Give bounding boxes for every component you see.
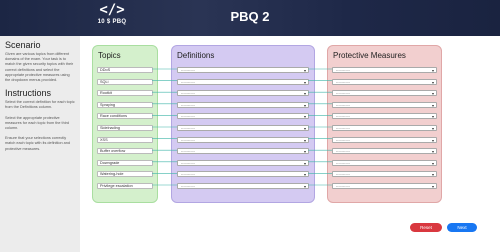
protective-measure-select[interactable]: ------------ ▾ — [332, 136, 437, 143]
protective-measure-select[interactable]: ------------ ▾ — [332, 78, 437, 85]
topic-item[interactable]: Downgrade — [97, 159, 153, 166]
topic-item[interactable]: DDoS — [97, 67, 153, 73]
definition-select-value: ------------ — [181, 68, 195, 72]
definition-select[interactable]: ------------ ▾ — [177, 136, 309, 143]
definition-select-value: ------------ — [181, 149, 195, 154]
definition-select-value: ------------ — [181, 184, 195, 188]
chevron-down-icon: ▾ — [303, 149, 306, 155]
definition-select-value: ------------ — [181, 114, 195, 119]
protective-measure-select[interactable]: ------------ ▾ — [332, 171, 437, 178]
topic-item[interactable]: XSS — [97, 136, 153, 143]
definition-select-value: ------------ — [181, 137, 195, 142]
definition-select[interactable]: ------------ ▾ — [177, 183, 309, 189]
protective-measure-select-value: ------------ — [336, 149, 350, 154]
chevron-down-icon: ▾ — [431, 184, 434, 189]
topic-item[interactable]: Buffer overflow — [97, 148, 153, 155]
definition-select[interactable]: ------------ ▾ — [177, 101, 309, 108]
chevron-down-icon: ▾ — [303, 114, 306, 120]
topic-item[interactable]: Race conditions — [97, 113, 153, 120]
definition-select-value: ------------ — [181, 91, 195, 96]
chevron-down-icon: ▾ — [303, 79, 306, 85]
definition-select[interactable]: ------------ ▾ — [177, 125, 309, 131]
definition-select[interactable]: ------------ ▾ — [177, 148, 309, 155]
chevron-down-icon: ▾ — [303, 172, 306, 178]
definitions-heading: Definitions — [177, 51, 215, 60]
chevron-down-icon: ▾ — [431, 91, 434, 97]
scenario-text: Given are various topics from different … — [5, 52, 74, 83]
page-title: PBQ 2 — [230, 9, 270, 24]
chevron-down-icon: ▾ — [431, 172, 434, 178]
scenario-heading: Scenario — [5, 40, 41, 50]
definition-select-value: ------------ — [181, 160, 195, 165]
protective-measure-select-value: ------------ — [336, 160, 350, 165]
protective-measure-select[interactable]: ------------ ▾ — [332, 159, 437, 166]
protective-measure-select[interactable]: ------------ ▾ — [332, 67, 437, 73]
topics-column: Topics DDoS SQLi Rootkit Spraying Race condi… — [92, 45, 158, 203]
definition-select-value: ------------ — [181, 126, 195, 130]
protective-measures-column: Protective Measures ------------ ▾ -------… — [327, 45, 442, 203]
definition-select[interactable]: ------------ ▾ — [177, 78, 309, 85]
protective-measure-select-value: ------------ — [336, 114, 350, 119]
chevron-down-icon: ▾ — [303, 91, 306, 97]
instructions-step-1: Select the correct definition for each t… — [5, 100, 75, 110]
protective-measure-select-value: ------------ — [336, 172, 350, 177]
chevron-down-icon: ▾ — [303, 137, 306, 143]
chevron-down-icon: ▾ — [431, 79, 434, 85]
topic-item[interactable]: Watering-hole — [97, 171, 153, 178]
protective-measure-select-value: ------------ — [336, 137, 350, 142]
definition-select-value: ------------ — [181, 102, 195, 107]
definition-select[interactable]: ------------ ▾ — [177, 113, 309, 120]
reset-button[interactable]: Reset — [410, 223, 442, 232]
chevron-down-icon: ▾ — [303, 68, 306, 73]
chevron-down-icon: ▾ — [431, 149, 434, 155]
next-button[interactable]: Next — [447, 223, 477, 232]
protective-measure-select[interactable]: ------------ ▾ — [332, 183, 437, 189]
protective-measure-select[interactable]: ------------ ▾ — [332, 101, 437, 108]
instructions-heading: Instructions — [5, 88, 52, 99]
protective-measure-select-value: ------------ — [336, 102, 350, 107]
instructions-step-2: Select the appropriate protective measur… — [5, 115, 69, 131]
topic-item[interactable]: Rootkit — [97, 90, 153, 97]
topic-item[interactable]: Spraying — [97, 101, 153, 108]
protective-measure-select-value: ------------ — [336, 126, 350, 130]
protective-measures-heading: Protective Measures — [333, 51, 406, 60]
chevron-down-icon: ▾ — [431, 114, 434, 120]
topic-item[interactable]: Privilege escalation — [97, 183, 153, 189]
instructions-step-3: Ensure that your selections correctly ma… — [5, 136, 71, 151]
protective-measure-select-value: ------------ — [336, 184, 350, 188]
chevron-down-icon: ▾ — [431, 102, 434, 108]
protective-measure-select-value: ------------ — [336, 91, 350, 96]
chevron-down-icon: ▾ — [431, 160, 434, 166]
topics-heading: Topics — [98, 51, 121, 60]
protective-measure-select[interactable]: ------------ ▾ — [332, 125, 437, 131]
definition-select[interactable]: ------------ ▾ — [177, 159, 309, 166]
chevron-down-icon: ▾ — [431, 68, 434, 73]
topic-item[interactable]: Sidelnading — [97, 125, 153, 131]
chevron-down-icon: ▾ — [303, 184, 306, 189]
protective-measure-select-value: ------------ — [336, 68, 350, 72]
chevron-down-icon: ▾ — [303, 126, 306, 131]
protective-measure-select-value: ------------ — [336, 79, 350, 84]
topic-item[interactable]: SQLi — [97, 78, 153, 85]
chevron-down-icon: ▾ — [303, 160, 306, 166]
header-bar: </> 10 $ PBQ PBQ 2 — [0, 0, 500, 36]
definition-select-value: ------------ — [181, 79, 195, 84]
sidebar: Scenario Given are various topics from d… — [0, 36, 80, 252]
chevron-down-icon: ▾ — [303, 102, 306, 108]
definition-select[interactable]: ------------ ▾ — [177, 90, 309, 97]
protective-measure-select[interactable]: ------------ ▾ — [332, 90, 437, 97]
definitions-column: Definitions ------------ ▾ ------------ ▾ --… — [171, 45, 315, 203]
chevron-down-icon: ▾ — [431, 137, 434, 143]
protective-measure-select[interactable]: ------------ ▾ — [332, 148, 437, 155]
definition-select[interactable]: ------------ ▾ — [177, 67, 309, 73]
chevron-down-icon: ▾ — [431, 126, 434, 131]
protective-measure-select[interactable]: ------------ ▾ — [332, 113, 437, 120]
definition-select-value: ------------ — [181, 172, 195, 177]
definition-select[interactable]: ------------ ▾ — [177, 171, 309, 178]
